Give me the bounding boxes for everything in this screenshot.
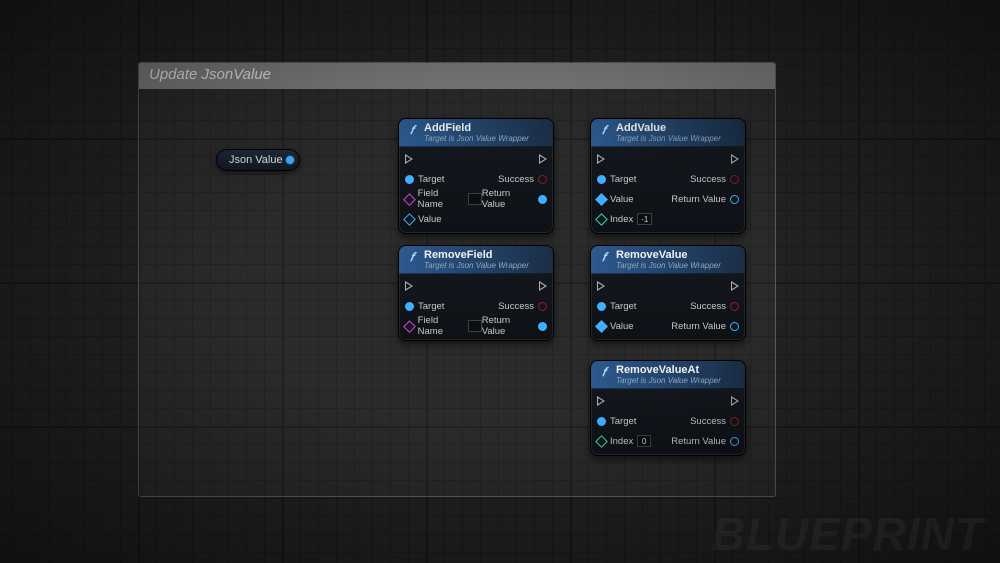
pin-returnvalue[interactable] [730, 322, 739, 331]
var-output-pin[interactable] [285, 155, 295, 165]
pin-label: Return Value [671, 321, 726, 332]
pin-label: Target [610, 416, 636, 427]
node-subtitle: Target is Json Value Wrapper [616, 377, 721, 385]
comment-title[interactable]: Update JsonValue [139, 63, 775, 89]
pin-label: Value [610, 321, 634, 332]
pin-label: Index [610, 436, 633, 447]
pin-fieldname[interactable] [403, 320, 415, 332]
pin-target[interactable] [597, 417, 606, 426]
pin-label: Index [610, 214, 633, 225]
exec-in-pin[interactable] [405, 154, 413, 164]
exec-out-pin[interactable] [731, 396, 739, 406]
function-icon: 𝑓 [405, 123, 419, 137]
exec-in-pin[interactable] [597, 154, 605, 164]
node-header[interactable]: 𝑓 RemoveValue Target is Json Value Wrapp… [591, 246, 745, 274]
exec-in-pin[interactable] [597, 281, 605, 291]
pin-label: Target [610, 301, 636, 312]
node-header[interactable]: 𝑓 RemoveField Target is Json Value Wrapp… [399, 246, 553, 274]
node-title: AddValue [616, 123, 721, 135]
node-header[interactable]: 𝑓 AddValue Target is Json Value Wrapper [591, 119, 745, 147]
node-removevalueat[interactable]: 𝑓 RemoveValueAt Target is Json Value Wra… [590, 360, 746, 456]
pin-returnvalue[interactable] [538, 195, 547, 204]
pin-label: Success [690, 416, 726, 427]
pin-label: Success [498, 174, 534, 185]
node-addvalue[interactable]: 𝑓 AddValue Target is Json Value Wrapper … [590, 118, 746, 234]
node-title: AddField [424, 123, 529, 135]
node-subtitle: Target is Json Value Wrapper [424, 262, 529, 270]
pin-label: Field Name [418, 188, 464, 210]
watermark-text: BLUEPRINT [712, 507, 984, 561]
exec-out-pin[interactable] [539, 281, 547, 291]
node-header[interactable]: 𝑓 RemoveValueAt Target is Json Value Wra… [591, 361, 745, 389]
pin-label: Value [610, 194, 634, 205]
node-removevalue[interactable]: 𝑓 RemoveValue Target is Json Value Wrapp… [590, 245, 746, 341]
exec-in-pin[interactable] [405, 281, 413, 291]
pin-success[interactable] [538, 175, 547, 184]
node-removefield[interactable]: 𝑓 RemoveField Target is Json Value Wrapp… [398, 245, 554, 341]
pin-index[interactable] [595, 435, 608, 448]
pin-value[interactable] [595, 320, 608, 333]
fieldname-default-input[interactable] [468, 320, 482, 332]
exec-out-pin[interactable] [539, 154, 547, 164]
pin-returnvalue[interactable] [730, 195, 739, 204]
pin-returnvalue[interactable] [538, 322, 547, 331]
node-title: RemoveValue [616, 250, 721, 262]
node-title: RemoveValueAt [616, 365, 721, 377]
pin-target[interactable] [405, 175, 414, 184]
pin-label: Success [690, 174, 726, 185]
pin-returnvalue[interactable] [730, 437, 739, 446]
pin-target[interactable] [597, 175, 606, 184]
pin-label: Return Value [482, 188, 535, 210]
exec-out-pin[interactable] [731, 281, 739, 291]
node-subtitle: Target is Json Value Wrapper [616, 135, 721, 143]
exec-in-pin[interactable] [597, 396, 605, 406]
index-default-input[interactable]: -1 [637, 213, 652, 225]
pin-target[interactable] [597, 302, 606, 311]
pin-success[interactable] [730, 175, 739, 184]
pin-label: Target [610, 174, 636, 185]
exec-out-pin[interactable] [731, 154, 739, 164]
pin-success[interactable] [730, 302, 739, 311]
pin-label: Success [690, 301, 726, 312]
node-header[interactable]: 𝑓 AddField Target is Json Value Wrapper [399, 119, 553, 147]
function-icon: 𝑓 [597, 365, 611, 379]
pin-label: Success [498, 301, 534, 312]
function-icon: 𝑓 [597, 123, 611, 137]
var-get-node-jsonvalue[interactable]: Json Value [216, 149, 300, 171]
pin-label: Field Name [418, 315, 464, 337]
pin-label: Target [418, 174, 444, 185]
node-addfield[interactable]: 𝑓 AddField Target is Json Value Wrapper … [398, 118, 554, 234]
pin-label: Return Value [671, 436, 726, 447]
pin-success[interactable] [730, 417, 739, 426]
pin-success[interactable] [538, 302, 547, 311]
pin-value[interactable] [595, 193, 608, 206]
pin-value[interactable] [403, 213, 416, 226]
pin-index[interactable] [595, 213, 608, 226]
fieldname-default-input[interactable] [468, 193, 482, 205]
pin-label: Target [418, 301, 444, 312]
pin-label: Return Value [482, 315, 535, 337]
pin-label: Value [418, 214, 442, 225]
node-subtitle: Target is Json Value Wrapper [424, 135, 529, 143]
function-icon: 𝑓 [597, 250, 611, 264]
var-node-label: Json Value [229, 154, 283, 166]
pin-fieldname[interactable] [403, 193, 415, 205]
pin-target[interactable] [405, 302, 414, 311]
node-title: RemoveField [424, 250, 529, 262]
pin-label: Return Value [671, 194, 726, 205]
node-subtitle: Target is Json Value Wrapper [616, 262, 721, 270]
function-icon: 𝑓 [405, 250, 419, 264]
index-default-input[interactable]: 0 [637, 435, 651, 447]
